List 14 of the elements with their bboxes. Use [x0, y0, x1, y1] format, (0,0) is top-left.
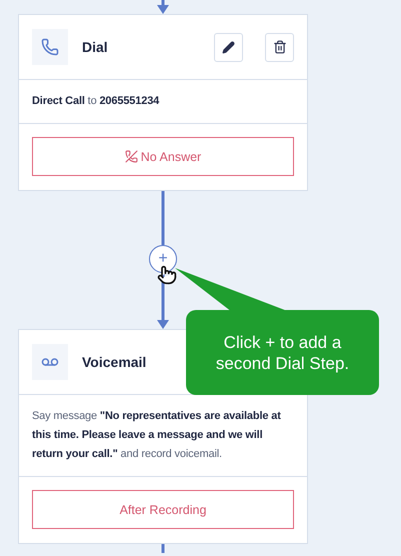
phone-off-icon [124, 150, 138, 163]
step-title: Dial [82, 39, 108, 55]
phone-icon [41, 38, 59, 56]
outcome-button[interactable]: No Answer [32, 137, 294, 176]
delete-button[interactable] [265, 32, 294, 62]
outcome-button[interactable]: After Recording [32, 490, 294, 529]
pencil-icon [222, 40, 235, 54]
edit-button[interactable] [214, 32, 243, 62]
add-step-button[interactable]: + [149, 245, 177, 273]
step-description: Direct Call to 2065551234 [19, 80, 307, 124]
connector-arrow [157, 0, 169, 14]
pointer-cursor-icon [157, 265, 177, 285]
step-title: Voicemail [82, 354, 146, 370]
trash-icon [272, 40, 286, 54]
